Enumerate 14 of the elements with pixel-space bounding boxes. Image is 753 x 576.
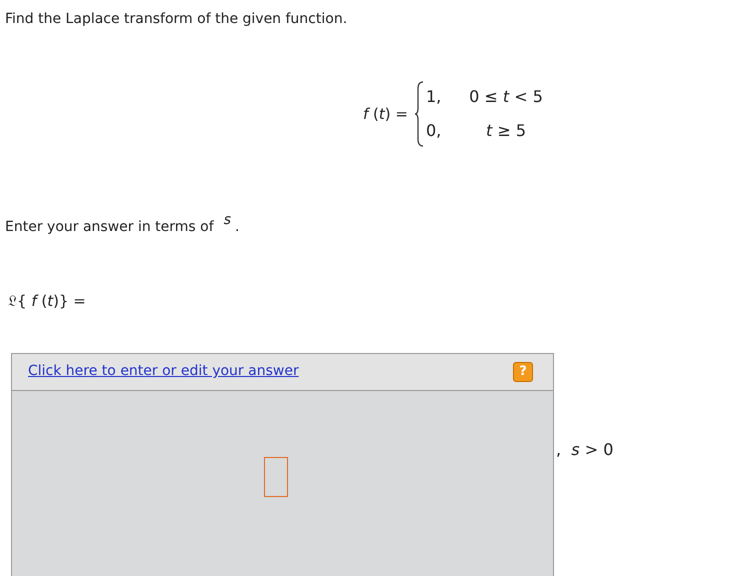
- transform-label: 𝔏{ f (t)} =: [7, 291, 86, 312]
- brace-icon: [414, 81, 424, 147]
- answer-input-field[interactable]: [264, 456, 288, 496]
- edit-answer-link[interactable]: Click here to enter or edit your answer: [28, 361, 299, 382]
- variable-symbol: s: [224, 211, 231, 230]
- case-condition: 0 ≤ t < 5: [468, 86, 544, 108]
- instruction: Find the Laplace transform of the given function.: [4, 10, 348, 29]
- case-condition: t ≥ 5: [484, 120, 528, 142]
- prompt-period: .: [234, 218, 240, 237]
- condition-text: , s > 0: [556, 438, 614, 460]
- case-value: 0,: [426, 120, 442, 142]
- function-label: f (t) =: [363, 104, 408, 125]
- prompt-text: Enter your answer in terms of: [5, 218, 214, 237]
- case-value: 1,: [426, 86, 442, 108]
